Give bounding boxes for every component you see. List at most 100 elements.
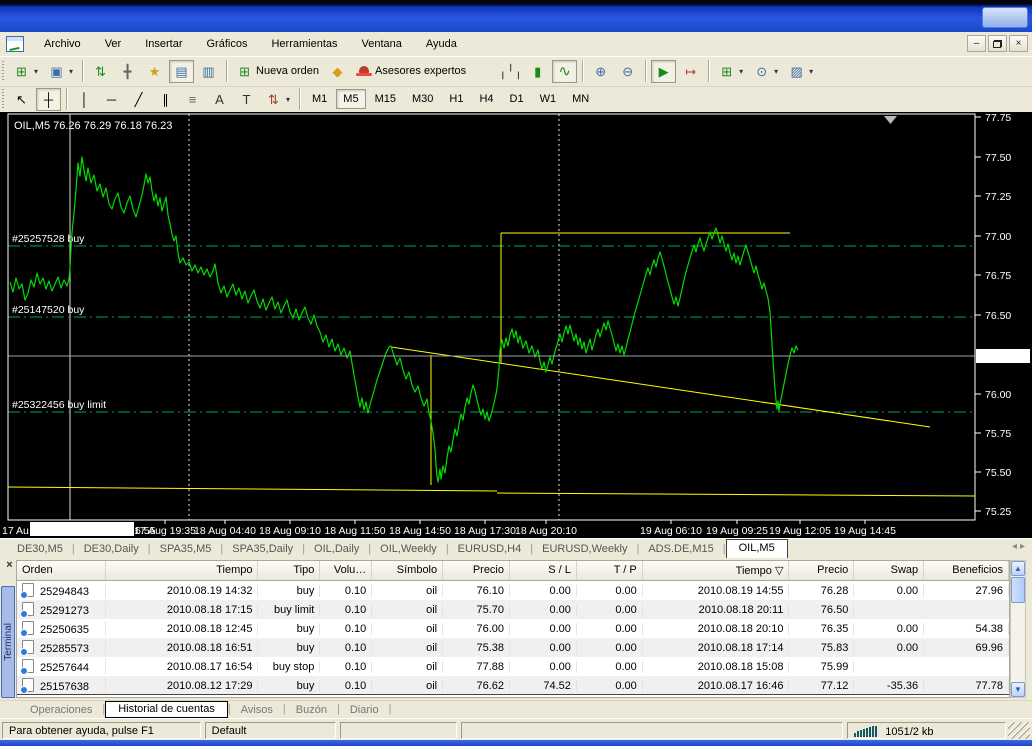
column-header-beneficios[interactable]: Beneficios [924,561,1009,580]
history-row[interactable]: 252576442010.08.17 16:54buy stop0.10oil7… [17,657,1009,676]
history-row[interactable]: 252506352010.08.18 12:45buy0.10oil76.000… [17,619,1009,638]
history-row[interactable]: 252948432010.08.19 14:32buy0.10oil76.100… [17,581,1009,600]
terminal-panel-button[interactable]: ▤ [169,60,194,83]
column-header-precio[interactable]: Precio [443,561,510,580]
timeframe-h4-button[interactable]: H4 [472,89,500,109]
terminal-tab-historial-de-cuentas[interactable]: Historial de cuentas [105,701,228,718]
toolbar-grip[interactable] [2,89,4,109]
arrows-button[interactable]: ⇅▾ [261,88,294,111]
templates-button[interactable]: ▨▾ [784,60,817,83]
support-line-right[interactable] [497,493,975,496]
column-header-smbolo[interactable]: Símbolo [372,561,443,580]
dropdown-caret-icon[interactable]: ▾ [69,67,73,76]
chart-tab-spa35-daily[interactable]: SPA35,Daily [223,541,302,558]
column-header-tiempo[interactable]: Tiempo [106,561,259,580]
chart-tab-eurusd-h4[interactable]: EURUSD,H4 [449,541,531,558]
bar-chart-button[interactable]: ╷╵╷ [498,60,523,83]
timeframe-m30-button[interactable]: M30 [405,89,440,109]
column-header-swap[interactable]: Swap [854,561,924,580]
chart-tab-eurusd-weekly[interactable]: EURUSD,Weekly [533,541,636,558]
toolbar-grip[interactable] [2,61,4,81]
history-row[interactable]: 252912732010.08.18 17:15buy limit0.10oil… [17,600,1009,619]
market-watch-button[interactable]: ⇅ [88,60,113,83]
column-header-tipo[interactable]: Tipo [258,561,320,580]
trendline-button[interactable]: ╱ [126,88,151,111]
chart-tab-de30-m5[interactable]: DE30,M5 [8,541,72,558]
dropdown-caret-icon[interactable]: ▾ [286,95,290,104]
dropdown-caret-icon[interactable]: ▾ [34,67,38,76]
resize-grip[interactable] [1008,722,1030,739]
new-chart-button[interactable]: ⊞▾ [9,60,42,83]
new-order-button[interactable]: ⊞Nueva orden [232,60,323,83]
scrollbar-thumb[interactable] [1011,577,1025,603]
history-row[interactable]: 251576382010.08.12 17:29buy0.10oil76.627… [17,676,1009,695]
chart-canvas[interactable]: #25257528 buy#25147520 buy#25322456 buy … [0,112,1032,538]
metaeditor-button[interactable]: ◆ [325,60,350,83]
candlestick-chart-button[interactable]: ▮ [525,60,550,83]
column-header-precio[interactable]: Precio [789,561,854,580]
menu-ver[interactable]: Ver [93,34,134,54]
timeframe-m1-button[interactable]: M1 [305,89,334,109]
chart-area[interactable]: #25257528 buy#25147520 buy#25322456 buy … [0,112,1032,538]
chart-tab-oil-daily[interactable]: OIL,Daily [305,541,368,558]
support-line-left[interactable] [8,487,497,491]
scroll-down-icon[interactable]: ▼ [1011,682,1025,697]
chart-shift-button[interactable]: ↦ [678,60,703,83]
tab-scroll-right-icon[interactable]: ▸ [1020,541,1028,552]
terminal-close-icon[interactable]: × [3,560,16,573]
terminal-side-tab[interactable]: Terminal [1,586,15,698]
chart-tab-scroll[interactable]: ◂▸ [1012,541,1028,552]
restore-button[interactable] [988,35,1007,52]
expert-advisors-button[interactable]: Asesores expertos [352,62,470,80]
cursor-button[interactable]: ↖ [9,88,34,111]
timeframe-mn-button[interactable]: MN [565,89,596,109]
menu-ventana[interactable]: Ventana [350,34,414,54]
zoom-in-button[interactable]: ⊕ [588,60,613,83]
timeframe-h1-button[interactable]: H1 [442,89,470,109]
terminal-tab-operaciones[interactable]: Operaciones [20,703,102,717]
horizontal-line-button[interactable]: ─ [99,88,124,111]
terminal-tab-avisos[interactable]: Avisos [231,703,283,717]
tab-scroll-left-icon[interactable]: ◂ [1012,541,1020,552]
crosshair-button[interactable]: ┼ [36,88,61,111]
chart-shift-marker[interactable] [884,116,897,124]
trendline-descending[interactable] [391,347,930,427]
navigator-button[interactable]: ★ [142,60,167,83]
terminal-tab-diario[interactable]: Diario [340,703,389,717]
chart-tab-spa35-m5[interactable]: SPA35,M5 [151,541,221,558]
strategy-tester-button[interactable]: ▥ [196,60,221,83]
menu-gráficos[interactable]: Gráficos [195,34,260,54]
dropdown-caret-icon[interactable]: ▾ [774,67,778,76]
auto-scroll-button[interactable]: ▶ [651,60,676,83]
data-window-button[interactable]: ╋ [115,60,140,83]
table-scrollbar[interactable]: ▲ ▼ [1010,560,1026,698]
terminal-tab-buz-n[interactable]: Buzón [286,703,337,717]
column-header-tiempo[interactable]: Tiempo ▽ [643,561,790,580]
zoom-out-button[interactable]: ⊖ [615,60,640,83]
close-button[interactable]: × [1009,35,1028,52]
column-header-tp[interactable]: T / P [577,561,643,580]
menu-ayuda[interactable]: Ayuda [414,34,469,54]
equidistant-channel-button[interactable]: ∥ [153,88,178,111]
text-label-button[interactable]: T [234,88,259,111]
text-button[interactable]: A [207,88,232,111]
column-header-volu[interactable]: Volu… [320,561,372,580]
profiles-button[interactable]: ▣▾ [44,60,77,83]
status-profile[interactable]: Default [205,722,336,739]
chart-tab-oil-weekly[interactable]: OIL,Weekly [371,541,446,558]
timeframe-d1-button[interactable]: D1 [503,89,531,109]
dropdown-caret-icon[interactable]: ▾ [739,67,743,76]
minimize-button[interactable]: – [967,35,986,52]
dropdown-caret-icon[interactable]: ▾ [809,67,813,76]
titlebar-window-controls[interactable] [982,7,1028,28]
menu-insertar[interactable]: Insertar [133,34,194,54]
timeframe-m5-button[interactable]: M5 [336,89,365,109]
chart-tab-ads-de-m15[interactable]: ADS.DE,M15 [639,541,722,558]
column-header-orden[interactable]: Orden [17,561,106,580]
vertical-line-button[interactable]: │ [72,88,97,111]
timeframe-m15-button[interactable]: M15 [368,89,403,109]
indicators-button[interactable]: ⊞▾ [714,60,747,83]
menu-archivo[interactable]: Archivo [32,34,93,54]
periods-button[interactable]: ⊙▾ [749,60,782,83]
timeframe-w1-button[interactable]: W1 [533,89,564,109]
